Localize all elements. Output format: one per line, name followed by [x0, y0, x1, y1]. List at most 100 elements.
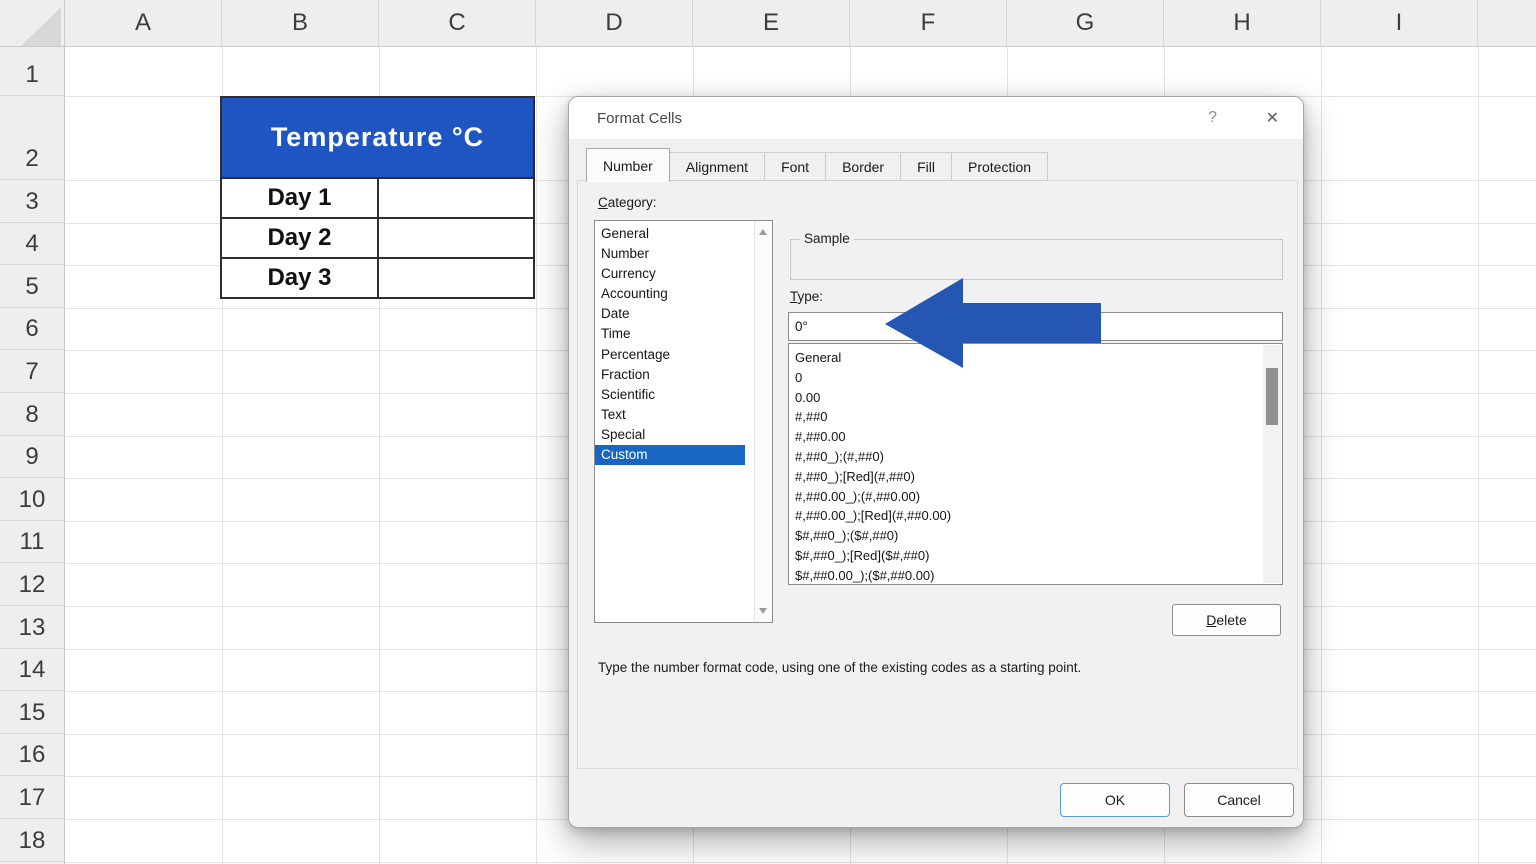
gridline-vertical [1478, 47, 1479, 864]
type-label: Type: [790, 289, 824, 304]
format-cells-dialog: Format Cells ? ✕ Number Alignment Font Bord… [568, 96, 1304, 828]
category-listbox: General Number Currency Accounting Date Time P… [594, 220, 773, 623]
row-header-11[interactable]: 11 [0, 521, 64, 564]
category-item-special[interactable]: Special [595, 425, 772, 445]
category-item-fraction[interactable]: Fraction [595, 365, 772, 385]
row-header-15[interactable]: 15 [0, 691, 64, 734]
value-cell[interactable] [377, 257, 535, 299]
format-code-items: General 0 0.00 #,##0 #,##0.00 #,##0_);(#,##0)… [789, 344, 1282, 584]
delete-button[interactable]: Delete [1172, 604, 1281, 636]
row-header-4[interactable]: 4 [0, 223, 64, 266]
row-header-18[interactable]: 18 [0, 819, 64, 862]
cancel-button[interactable]: Cancel [1184, 783, 1294, 817]
format-code-item[interactable]: #,##0.00 [789, 427, 1282, 447]
tab-font[interactable]: Font [764, 152, 827, 181]
data-table: Temperature °C Day 1 Day 2 Day 3 [220, 96, 535, 299]
row-header-17[interactable]: 17 [0, 776, 64, 819]
format-code-item[interactable]: #,##0_);[Red](#,##0) [789, 467, 1282, 487]
day-label-cell[interactable]: Day 3 [220, 257, 379, 299]
column-header-b[interactable]: B [222, 0, 379, 46]
row-header-strip: 1 2 3 4 5 6 7 8 9 10 11 12 13 14 15 16 17 18 [0, 47, 65, 864]
tab-bar: Number Alignment Font Border Fill Protection [586, 148, 1049, 182]
format-code-item[interactable]: #,##0.00_);[Red](#,##0.00) [789, 506, 1282, 526]
select-all-button[interactable] [0, 0, 65, 47]
format-code-item[interactable]: $#,##0_);($#,##0) [789, 526, 1282, 546]
format-code-item[interactable]: 0 [789, 368, 1282, 388]
value-cell[interactable] [377, 217, 535, 259]
category-label: Category: [598, 195, 657, 210]
category-item-custom[interactable]: Custom [595, 445, 745, 466]
format-code-item[interactable]: #,##0.00_);(#,##0.00) [789, 487, 1282, 507]
row-header-5[interactable]: 5 [0, 265, 64, 308]
row-header-16[interactable]: 16 [0, 734, 64, 777]
format-code-item[interactable]: #,##0 [789, 407, 1282, 427]
data-table-body: Temperature °C Day 1 Day 2 Day 3 [220, 96, 535, 299]
sample-group: Sample [790, 231, 1283, 280]
arrow-left-icon [885, 278, 1101, 368]
category-item-scientific[interactable]: Scientific [595, 385, 772, 405]
help-text: Type the number format code, using one o… [598, 660, 1082, 675]
type-input-value: 0° [795, 319, 808, 334]
gridline-vertical [536, 47, 537, 864]
dialog-title: Format Cells [597, 109, 683, 127]
category-item-date[interactable]: Date [595, 304, 772, 324]
category-item-time[interactable]: Time [595, 324, 772, 344]
format-code-item[interactable]: 0.00 [789, 388, 1282, 408]
column-header-d[interactable]: D [536, 0, 693, 46]
select-all-triangle-icon [21, 7, 61, 46]
scroll-down-arrow-icon[interactable] [759, 608, 767, 614]
format-scrollbar[interactable] [1263, 345, 1281, 583]
category-item-currency[interactable]: Currency [595, 264, 772, 284]
row-header-9[interactable]: 9 [0, 436, 64, 479]
gridline-horizontal [65, 861, 1536, 863]
arrow-annotation [885, 278, 1101, 368]
format-code-item[interactable]: #,##0_);(#,##0) [789, 447, 1282, 467]
category-item-percentage[interactable]: Percentage [595, 345, 772, 365]
row-header-6[interactable]: 6 [0, 308, 64, 351]
ok-button[interactable]: OK [1060, 783, 1170, 817]
row-header-2[interactable]: 2 [0, 96, 64, 180]
number-tab-panel: Category: General Number Currency Accountin… [577, 180, 1298, 769]
column-header-e[interactable]: E [693, 0, 850, 46]
column-header-f[interactable]: F [850, 0, 1007, 46]
row-header-3[interactable]: 3 [0, 180, 64, 223]
tab-number[interactable]: Number [586, 148, 670, 182]
table-header-cell[interactable]: Temperature °C [220, 96, 535, 179]
format-scrollbar-thumb[interactable] [1266, 368, 1278, 425]
row-header-12[interactable]: 12 [0, 563, 64, 606]
format-code-item[interactable]: $#,##0.00_);($#,##0.00) [789, 566, 1282, 584]
sample-label: Sample [800, 231, 854, 246]
format-code-item[interactable]: $#,##0_);[Red]($#,##0) [789, 546, 1282, 566]
category-scrollbar[interactable] [754, 221, 772, 622]
tab-border[interactable]: Border [825, 152, 902, 181]
close-icon[interactable]: ✕ [1266, 97, 1279, 139]
gridline-vertical [1321, 47, 1322, 864]
column-header-g[interactable]: G [1007, 0, 1164, 46]
category-item-text[interactable]: Text [595, 405, 772, 425]
day-label-cell[interactable]: Day 1 [220, 177, 379, 219]
column-header-c[interactable]: C [379, 0, 536, 46]
column-header-a[interactable]: A [65, 0, 222, 46]
dialog-titlebar[interactable]: Format Cells ? ✕ [569, 97, 1303, 139]
tab-fill[interactable]: Fill [900, 152, 952, 181]
column-header-i[interactable]: I [1321, 0, 1478, 46]
category-item-number[interactable]: Number [595, 244, 772, 264]
value-cell[interactable] [377, 177, 535, 219]
row-header-7[interactable]: 7 [0, 350, 64, 393]
category-items: General Number Currency Accounting Date Time P… [595, 221, 772, 466]
help-icon[interactable]: ? [1208, 97, 1217, 139]
row-header-10[interactable]: 10 [0, 478, 64, 521]
row-header-1[interactable]: 1 [0, 47, 64, 96]
scroll-up-arrow-icon[interactable] [759, 229, 767, 235]
row-header-13[interactable]: 13 [0, 606, 64, 649]
tab-protection[interactable]: Protection [951, 152, 1049, 181]
column-header-strip: ABCDEFGHI [0, 0, 1536, 47]
category-item-general[interactable]: General [595, 224, 772, 244]
column-header-h[interactable]: H [1164, 0, 1321, 46]
day-label-cell[interactable]: Day 2 [220, 217, 379, 259]
row-header-14[interactable]: 14 [0, 649, 64, 692]
format-code-listbox: General 0 0.00 #,##0 #,##0.00 #,##0_);(#,##0)… [788, 343, 1283, 585]
row-header-8[interactable]: 8 [0, 393, 64, 436]
tab-alignment[interactable]: Alignment [668, 152, 766, 181]
category-item-accounting[interactable]: Accounting [595, 284, 772, 304]
